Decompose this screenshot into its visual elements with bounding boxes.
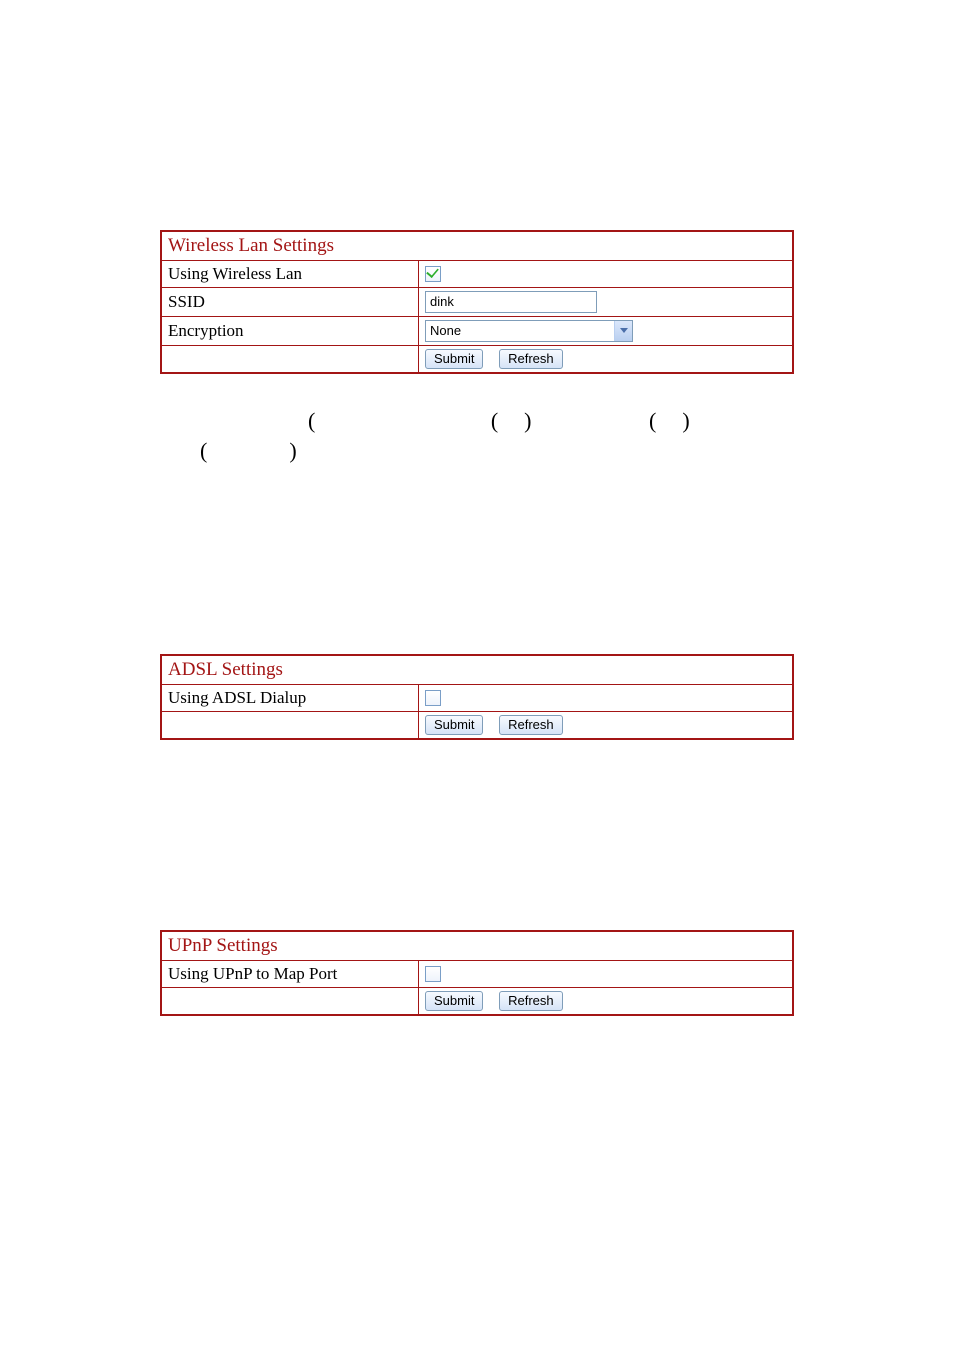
wireless-submit-button[interactable]: Submit: [425, 349, 483, 369]
paren-row-1: ( () (): [150, 408, 804, 434]
using-wireless-lan-label: Using Wireless Lan: [161, 261, 419, 288]
wireless-lan-settings-table: Wireless Lan Settings Using Wireless Lan…: [160, 230, 794, 374]
empty-cell: [161, 712, 419, 740]
encryption-select[interactable]: None: [425, 320, 633, 342]
wireless-refresh-button[interactable]: Refresh: [499, 349, 563, 369]
empty-cell: [161, 988, 419, 1016]
ssid-label: SSID: [161, 288, 419, 317]
ssid-input[interactable]: dink: [425, 291, 597, 313]
using-adsl-dialup-checkbox[interactable]: [425, 690, 441, 706]
adsl-refresh-button[interactable]: Refresh: [499, 715, 563, 735]
upnp-submit-button[interactable]: Submit: [425, 991, 483, 1011]
adsl-submit-button[interactable]: Submit: [425, 715, 483, 735]
encryption-select-value: None: [426, 321, 614, 341]
empty-cell: [161, 346, 419, 374]
upnp-refresh-button[interactable]: Refresh: [499, 991, 563, 1011]
encryption-label: Encryption: [161, 317, 419, 346]
using-upnp-checkbox[interactable]: [425, 966, 441, 982]
using-wireless-lan-checkbox[interactable]: [425, 266, 441, 282]
upnp-section-title: UPnP Settings: [161, 931, 793, 961]
using-adsl-dialup-label: Using ADSL Dialup: [161, 685, 419, 712]
adsl-settings-table: ADSL Settings Using ADSL Dialup Submit R…: [160, 654, 794, 740]
adsl-section-title: ADSL Settings: [161, 655, 793, 685]
paren-row-2: (): [150, 438, 804, 464]
using-upnp-label: Using UPnP to Map Port: [161, 961, 419, 988]
wireless-section-title: Wireless Lan Settings: [161, 231, 793, 261]
chevron-down-icon: [614, 321, 632, 341]
upnp-settings-table: UPnP Settings Using UPnP to Map Port Sub…: [160, 930, 794, 1016]
